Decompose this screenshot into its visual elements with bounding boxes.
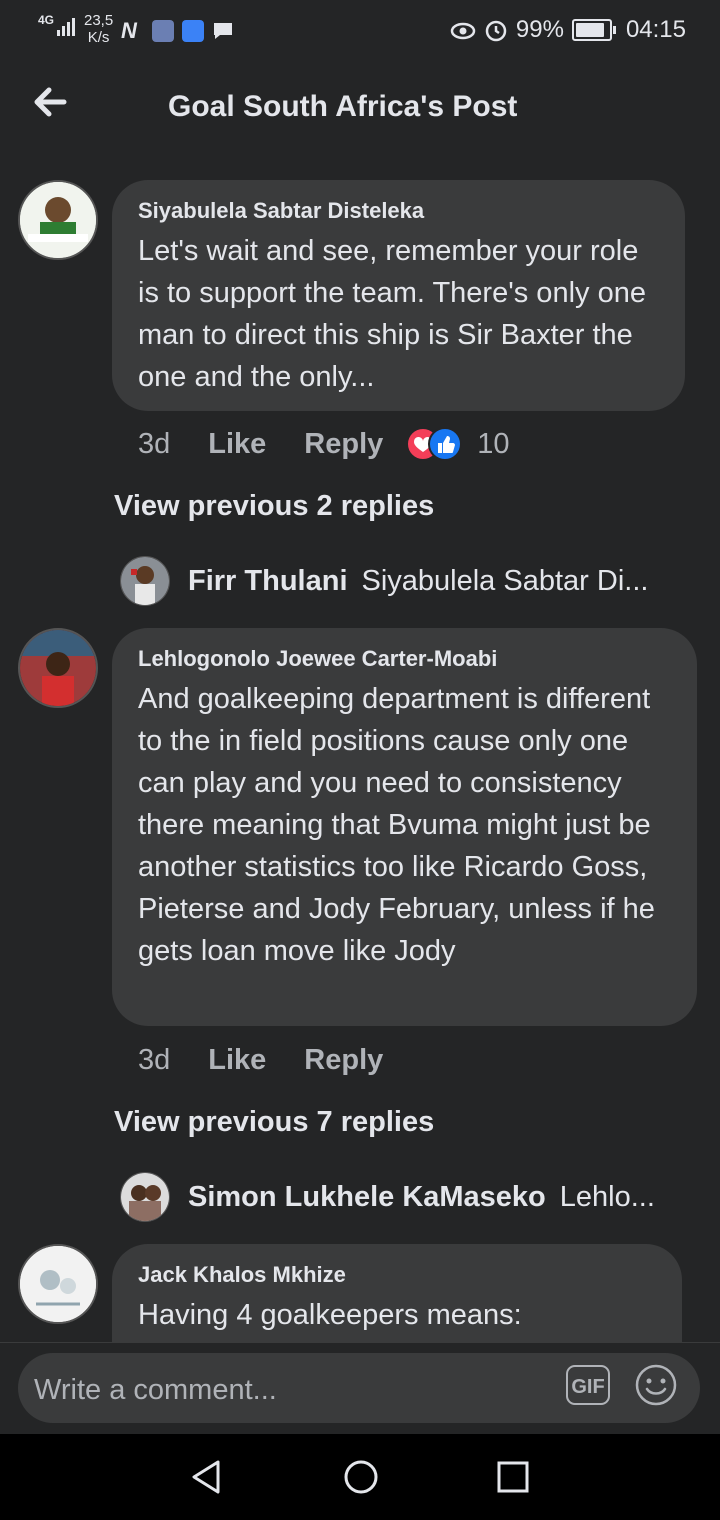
comment-composer: Write a comment... GIF: [0, 1342, 720, 1435]
reply-preview[interactable]: Simon Lukhele KaMaseko Lehlo...: [120, 1172, 655, 1222]
comment-actions: 3d Like Reply: [138, 1036, 421, 1084]
battery-icon: [571, 19, 616, 41]
clock: 04:15: [625, 16, 686, 43]
reply-text: Siyabulela Sabtar Di...: [361, 564, 649, 597]
alarm-icon: [485, 20, 507, 42]
avatar[interactable]: [18, 628, 98, 708]
comment-author[interactable]: Lehlogonolo Joewee Carter-Moabi: [138, 646, 671, 672]
comment-time: 3d: [138, 427, 171, 460]
comment-input[interactable]: Write a comment... GIF: [18, 1353, 700, 1423]
comment-bubble[interactable]: Lehlogonolo Joewee Carter-Moabi And goal…: [112, 628, 697, 1026]
system-nav-bar: [0, 1434, 720, 1520]
reply-button[interactable]: Reply: [304, 428, 383, 461]
like-button[interactable]: Like: [208, 428, 266, 461]
avatar[interactable]: [18, 180, 98, 260]
signal-icon: [57, 18, 75, 36]
battery-percent: 99%: [515, 16, 564, 43]
view-previous-replies[interactable]: View previous 2 replies: [114, 490, 434, 523]
comment-text: And goalkeeping department is different …: [138, 683, 655, 967]
comment-bubble[interactable]: Jack Khalos Mkhize Having 4 goalkeepers …: [112, 1244, 682, 1342]
view-previous-replies[interactable]: View previous 7 replies: [114, 1106, 434, 1139]
page-title: Goal South Africa's Post: [168, 90, 518, 123]
nav-back-icon[interactable]: [188, 1458, 224, 1496]
network-speed: 23,5 K/s: [84, 12, 113, 46]
nav-recents-icon[interactable]: [496, 1460, 530, 1494]
comment-time: 3d: [138, 1043, 171, 1076]
profile-photo: [121, 1173, 169, 1221]
profile-photo: [20, 630, 96, 706]
comment-text: Let's wait and see, remember your role i…: [138, 235, 646, 393]
reply-author[interactable]: Simon Lukhele KaMaseko: [188, 1181, 546, 1214]
reply-preview[interactable]: Firr Thulani Siyabulela Sabtar Di...: [120, 556, 648, 606]
chat-notification-icon: [214, 23, 232, 39]
network-type: 4G: [38, 13, 55, 27]
profile-photo: [20, 182, 96, 258]
messenger-notification-icon: [182, 20, 204, 42]
gif-button[interactable]: GIF: [566, 1365, 610, 1405]
speed-value: 23,5: [84, 12, 114, 29]
reply-author[interactable]: Firr Thulani: [188, 565, 348, 598]
profile-photo: [121, 557, 169, 605]
reply-button[interactable]: Reply: [304, 1044, 383, 1077]
reply-avatar[interactable]: [120, 1172, 170, 1222]
emoji-icon[interactable]: [634, 1363, 678, 1407]
comment-actions: 3d Like Reply 10: [138, 420, 510, 468]
reply-text: Lehlo...: [559, 1180, 655, 1213]
nav-home-icon[interactable]: [342, 1458, 380, 1496]
nfc-icon: N: [121, 18, 137, 43]
avatar[interactable]: [18, 1244, 98, 1324]
eye-comfort-icon: [450, 22, 476, 40]
reply-avatar[interactable]: [120, 556, 170, 606]
speed-unit: K/s: [87, 29, 110, 46]
app-notification-icon: [152, 20, 174, 42]
status-right: 99% 04:15: [450, 16, 686, 44]
profile-photo: [20, 1246, 96, 1322]
comment-author[interactable]: Siyabulela Sabtar Disteleka: [138, 198, 659, 224]
comment-author[interactable]: Jack Khalos Mkhize: [138, 1262, 656, 1288]
comment-placeholder: Write a comment...: [34, 1374, 277, 1406]
comment-bubble[interactable]: Siyabulela Sabtar Disteleka Let's wait a…: [112, 180, 685, 411]
reaction-count: 10: [477, 427, 510, 460]
like-button[interactable]: Like: [208, 1044, 266, 1077]
love-like-reaction-icon: [406, 427, 463, 461]
reactions[interactable]: 10: [405, 426, 510, 462]
comment-text: Having 4 goalkeepers means:: [138, 1299, 522, 1331]
arrow-left-icon[interactable]: [30, 82, 70, 122]
post-header: Goal South Africa's Post: [0, 62, 720, 152]
status-bar: 4G 23,5 K/s N 99% 04:15: [0, 0, 720, 62]
